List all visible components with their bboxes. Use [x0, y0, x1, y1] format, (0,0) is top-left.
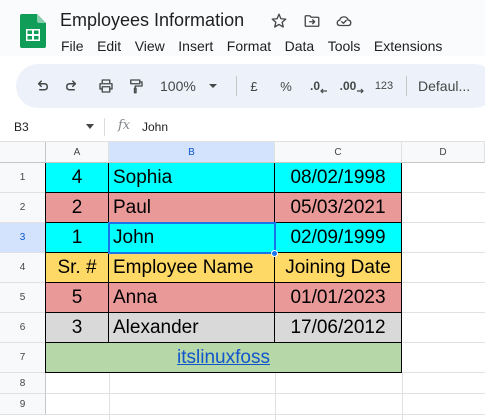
move-to-folder-icon[interactable] [303, 12, 321, 30]
gridline [402, 282, 485, 283]
formula-input[interactable]: John [142, 120, 168, 134]
more-formats-button[interactable]: 123 [372, 64, 396, 108]
zoom-select[interactable]: 100% [160, 64, 220, 108]
cell-c5[interactable]: 01/01/2023 [275, 283, 402, 313]
chevron-down-icon [208, 84, 217, 88]
column-header-a[interactable]: A [46, 142, 109, 163]
link-cell-a7-c7[interactable]: itslinuxfoss [46, 343, 402, 373]
menu-extensions[interactable]: Extensions [374, 38, 442, 54]
zoom-value: 100% [160, 78, 196, 94]
gridline [402, 192, 485, 193]
star-icon[interactable] [270, 12, 288, 30]
toolbar: 100% £ % .0 .00 123 Defaul... [16, 64, 485, 108]
cell-c2[interactable]: 05/03/2021 [275, 193, 402, 223]
percent-label: % [280, 78, 292, 94]
gridline [402, 373, 403, 420]
cell-c1[interactable]: 08/02/1998 [275, 163, 402, 193]
cell-b3[interactable]: John [109, 223, 275, 253]
cell-b1[interactable]: Sophia [109, 163, 275, 193]
cell-a4[interactable]: Sr. # [46, 253, 109, 283]
paint-format-icon [130, 79, 143, 94]
column-header-d[interactable]: D [402, 142, 485, 163]
row-header-8[interactable]: 8 [0, 373, 46, 394]
table-left-border [45, 163, 46, 373]
undo-button[interactable] [30, 64, 54, 108]
arrow-right-icon [357, 88, 365, 94]
percent-format-button[interactable]: % [278, 64, 294, 108]
cell-a6[interactable]: 3 [46, 313, 109, 343]
cell-b4[interactable]: Employee Name [109, 253, 275, 283]
menu-tools[interactable]: Tools [328, 38, 361, 54]
row-header-4[interactable]: 4 [0, 253, 46, 283]
cell-c6[interactable]: 17/06/2012 [275, 313, 402, 343]
arrow-left-icon [320, 88, 327, 94]
cell-b2[interactable]: Paul [109, 193, 275, 223]
cloud-saved-icon[interactable] [335, 12, 353, 30]
print-icon [99, 79, 113, 93]
row-header-2[interactable]: 2 [0, 193, 46, 223]
name-box-dropdown-icon[interactable] [86, 124, 94, 129]
menu-bar: File Edit View Insert Format Data Tools … [61, 38, 456, 54]
gridline [402, 252, 485, 253]
redo-button[interactable] [60, 64, 84, 108]
select-all-corner[interactable] [0, 142, 46, 163]
gridline [402, 312, 485, 313]
gridline [275, 373, 276, 420]
row-header-7[interactable]: 7 [0, 343, 46, 373]
gridline [402, 372, 485, 373]
cell-b5[interactable]: Anna [109, 283, 275, 313]
font-label: Defaul... [418, 78, 471, 94]
cell-c4[interactable]: Joining Date [275, 253, 402, 283]
currency-format-button[interactable]: £ [246, 64, 262, 108]
increase-decimal-button[interactable]: .00 [338, 64, 366, 108]
spreadsheet-grid: A B C D 1 2 3 4 5 6 7 8 9 4 Sophia 08/02… [0, 142, 485, 420]
increase-decimal-label: .00 [339, 79, 357, 93]
cell-a2[interactable]: 2 [46, 193, 109, 223]
row-header-6[interactable]: 6 [0, 313, 46, 343]
cell-a5[interactable]: 5 [46, 283, 109, 313]
gridline [402, 222, 485, 223]
gridline [46, 393, 485, 394]
formula-bar: B3 fx John [0, 112, 485, 142]
print-button[interactable] [94, 64, 118, 108]
undo-icon [37, 80, 48, 91]
decrease-decimal-button[interactable]: .0 [307, 64, 331, 108]
redo-icon [66, 80, 77, 91]
menu-data[interactable]: Data [285, 38, 315, 54]
app-header: Employees Information File Edit View Ins… [0, 0, 485, 56]
toolbar-divider [236, 76, 237, 96]
cell-c3[interactable]: 02/09/1999 [275, 223, 402, 253]
row-header-1[interactable]: 1 [0, 163, 46, 193]
fill-handle[interactable] [271, 250, 278, 257]
cell-a3[interactable]: 1 [46, 223, 109, 253]
document-title[interactable]: Employees Information [60, 10, 244, 31]
paint-format-button[interactable] [124, 64, 148, 108]
more-formats-label: 123 [374, 80, 394, 92]
name-box[interactable]: B3 [14, 120, 29, 134]
cell-a1[interactable]: 4 [46, 163, 109, 193]
font-select[interactable]: Defaul... [418, 64, 480, 108]
toolbar-divider [406, 76, 407, 96]
menu-view[interactable]: View [135, 38, 165, 54]
cell-b6[interactable]: Alexander [109, 313, 275, 343]
gridline [46, 414, 485, 415]
menu-format[interactable]: Format [227, 38, 271, 54]
column-header-b[interactable]: B [109, 142, 275, 163]
menu-edit[interactable]: Edit [97, 38, 121, 54]
gridline [109, 373, 110, 420]
row-header-9[interactable]: 9 [0, 394, 46, 415]
gridline [402, 342, 485, 343]
row-header-3[interactable]: 3 [0, 223, 46, 253]
column-header-c[interactable]: C [275, 142, 402, 163]
fx-icon: fx [118, 118, 131, 133]
formula-divider [104, 118, 105, 136]
sheets-logo-icon[interactable] [20, 14, 46, 48]
decrease-decimal-label: .0 [309, 79, 320, 93]
menu-file[interactable]: File [61, 38, 84, 54]
menu-insert[interactable]: Insert [178, 38, 213, 54]
currency-label: £ [250, 78, 258, 94]
row-header-5[interactable]: 5 [0, 283, 46, 313]
